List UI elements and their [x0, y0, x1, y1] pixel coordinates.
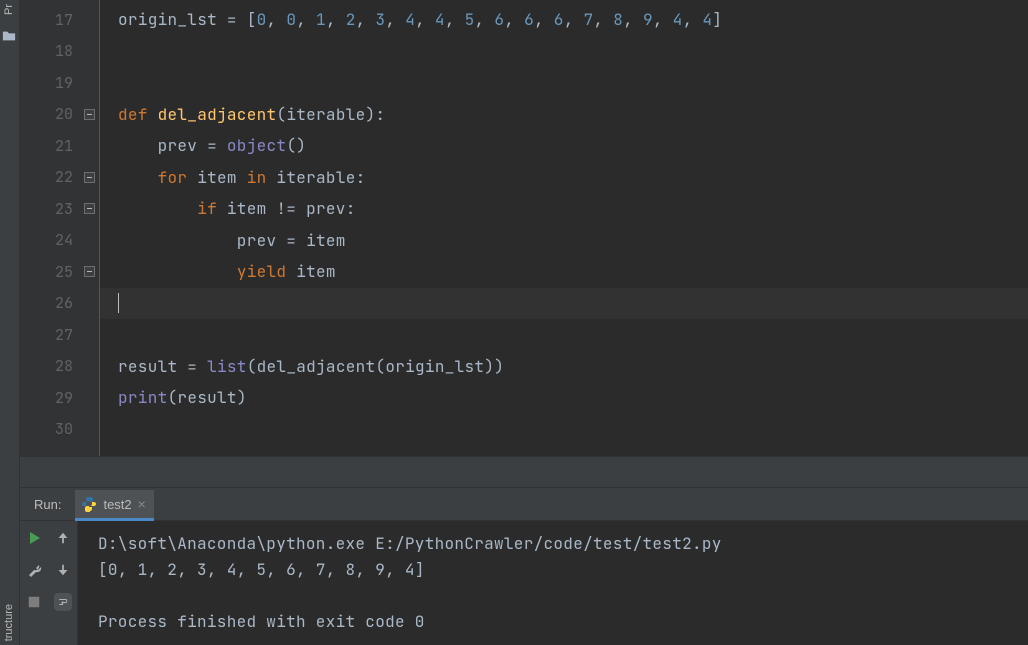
rail-label-structure[interactable]: tructure: [3, 604, 15, 641]
code-editor[interactable]: origin_lst = [0, 0, 1, 2, 3, 4, 4, 5, 6,…: [100, 0, 1028, 456]
code-line: for item in iterable:: [100, 162, 1028, 194]
line-number[interactable]: 24: [20, 225, 99, 257]
editor-area: 17 18 19 20 21 22 23 24 25 26 27 28 29 3…: [20, 0, 1028, 456]
run-tool-window: Run: test2 ×: [20, 488, 1028, 645]
fold-toggle-icon[interactable]: [84, 172, 95, 183]
code-line: print(result): [100, 382, 1028, 414]
line-number[interactable]: 18: [20, 36, 99, 68]
caret-icon: [118, 293, 119, 313]
code-line: prev = object(): [100, 130, 1028, 162]
python-file-icon: [81, 496, 97, 512]
line-number[interactable]: 23: [20, 193, 99, 225]
code-line-current: [100, 288, 1028, 320]
gutter: 17 18 19 20 21 22 23 24 25 26 27 28 29 3…: [20, 0, 100, 456]
settings-icon[interactable]: [25, 561, 43, 579]
code-line: if item != prev:: [100, 193, 1028, 225]
scroll-down-icon[interactable]: [54, 561, 72, 579]
line-number[interactable]: 27: [20, 319, 99, 351]
code-line: [100, 67, 1028, 99]
code-line: [100, 36, 1028, 68]
fold-toggle-icon[interactable]: [84, 266, 95, 277]
run-header: Run: test2 ×: [20, 488, 1028, 521]
run-body: D:\soft\Anaconda\python.exe E:/PythonCra…: [20, 521, 1028, 645]
line-number[interactable]: 26: [20, 288, 99, 320]
line-number[interactable]: 17: [20, 4, 99, 36]
rerun-icon[interactable]: [25, 529, 43, 547]
line-number[interactable]: 29: [20, 382, 99, 414]
console-output[interactable]: D:\soft\Anaconda\python.exe E:/PythonCra…: [78, 521, 1028, 645]
code-line: origin_lst = [0, 0, 1, 2, 3, 4, 4, 5, 6,…: [100, 4, 1028, 36]
panel-divider[interactable]: [20, 456, 1028, 488]
run-controls: [20, 521, 78, 645]
scroll-up-icon[interactable]: [54, 529, 72, 547]
stop-icon[interactable]: [25, 593, 43, 611]
code-line: yield item: [100, 256, 1028, 288]
fold-toggle-icon[interactable]: [84, 203, 95, 214]
code-line: [100, 414, 1028, 446]
line-number[interactable]: 25: [20, 256, 99, 288]
soft-wrap-icon[interactable]: [54, 593, 72, 611]
code-line: def del_adjacent(iterable):: [100, 99, 1028, 131]
run-tab-label: test2: [103, 497, 131, 512]
run-label: Run:: [34, 497, 61, 520]
code-line: result = list(del_adjacent(origin_lst)): [100, 351, 1028, 383]
line-number[interactable]: 21: [20, 130, 99, 162]
code-line: [100, 319, 1028, 351]
folder-icon: [2, 28, 16, 48]
line-number[interactable]: 28: [20, 351, 99, 383]
main-container: 17 18 19 20 21 22 23 24 25 26 27 28 29 3…: [20, 0, 1028, 645]
code-line: prev = item: [100, 225, 1028, 257]
tool-window-rail: Pr tructure: [0, 0, 20, 645]
line-number[interactable]: 30: [20, 414, 99, 446]
line-number[interactable]: 20: [20, 99, 99, 131]
line-number[interactable]: 22: [20, 162, 99, 194]
rail-label-project[interactable]: Pr: [3, 4, 15, 15]
line-number[interactable]: 19: [20, 67, 99, 99]
close-tab-icon[interactable]: ×: [138, 496, 146, 512]
fold-toggle-icon[interactable]: [84, 109, 95, 120]
run-tab[interactable]: test2 ×: [75, 490, 153, 521]
